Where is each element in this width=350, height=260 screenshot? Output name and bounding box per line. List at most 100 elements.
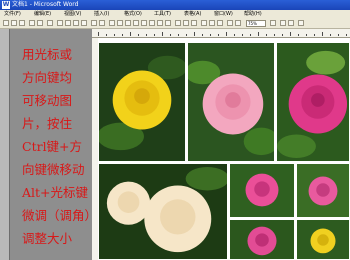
open-folder-icon[interactable] — [11, 20, 17, 26]
ruler-tick — [290, 32, 291, 36]
ruler-tick — [242, 34, 243, 36]
standard-toolbar: 75% — [0, 19, 350, 29]
ruler-tick — [226, 32, 227, 36]
show-hide-icon[interactable] — [165, 20, 171, 26]
photo-small-pink-rose-2[interactable] — [296, 163, 350, 218]
menu-bar: 文件(F) 编辑(E) 视图(V) 插入(I) 格式(O) 工具(T) 表格(A… — [0, 10, 350, 19]
ruler-tick — [138, 34, 139, 36]
spelling-icon[interactable] — [47, 20, 53, 26]
ruler-tick — [346, 34, 347, 36]
ruler-tick — [202, 34, 203, 36]
ruler-tick — [266, 34, 267, 36]
instruction-line: 用光标或 — [22, 47, 73, 62]
window-title: 文档1 - Microsoft Word — [12, 1, 79, 8]
drawing-icon[interactable] — [149, 20, 155, 26]
zoom-select[interactable]: 75% — [246, 20, 266, 27]
menu-item-tools[interactable]: 工具(T) — [154, 10, 171, 19]
ruler-tick — [162, 32, 163, 36]
ruler-tick — [122, 34, 123, 36]
ruler-tick — [114, 34, 115, 36]
ruler-tick — [154, 34, 155, 36]
instruction-line: Ctrl键+方 — [22, 139, 83, 154]
instruction-line: 可移动图 — [22, 93, 73, 108]
ruler-tick — [106, 34, 107, 36]
left-scroll-strip[interactable] — [0, 29, 10, 260]
print-preview-icon[interactable] — [37, 20, 43, 26]
align-right-icon[interactable] — [217, 20, 223, 26]
ruler-tick — [298, 34, 299, 36]
italic-icon[interactable] — [183, 20, 189, 26]
insert-excel-icon[interactable] — [133, 20, 139, 26]
menu-item-help[interactable]: 帮助(H) — [244, 10, 262, 19]
photo-small-pink-rose-3[interactable] — [229, 219, 295, 260]
ruler-tick — [338, 34, 339, 36]
highlight-icon[interactable] — [288, 20, 294, 26]
ruler-tick — [258, 32, 259, 36]
menu-item-insert[interactable]: 插入(I) — [94, 10, 109, 19]
cut-icon[interactable] — [57, 20, 63, 26]
align-center-icon[interactable] — [209, 20, 215, 26]
ruler-tick — [130, 32, 131, 36]
menu-item-view[interactable]: 视图(V) — [64, 10, 81, 19]
ruler-tick — [274, 34, 275, 36]
photo-small-yellow-rose[interactable] — [296, 219, 350, 260]
instruction-line: 微调（调角） — [22, 208, 98, 223]
ruler-tick — [322, 32, 323, 36]
horizontal-ruler[interactable] — [92, 29, 350, 38]
undo-icon[interactable] — [91, 20, 97, 26]
format-painter-icon[interactable] — [81, 20, 87, 26]
ruler-tick — [98, 32, 99, 36]
menu-item-edit[interactable]: 编辑(E) — [34, 10, 51, 19]
ruler-tick — [250, 34, 251, 36]
instruction-line: 调整大小 — [22, 231, 73, 246]
ruler-tick — [218, 34, 219, 36]
menu-item-file[interactable]: 文件(F) — [4, 10, 21, 19]
ruler-tick — [314, 34, 315, 36]
ruler-tick — [170, 34, 171, 36]
word-app-icon[interactable]: W — [2, 1, 10, 9]
menu-item-format[interactable]: 格式(O) — [124, 10, 142, 19]
instruction-line: 方向键均 — [22, 70, 73, 85]
bold-icon[interactable] — [175, 20, 181, 26]
photo-small-pink-rose-1[interactable] — [229, 163, 295, 218]
instruction-line: Alt+光标键 — [22, 185, 89, 200]
photo-light-pink-rose[interactable] — [187, 42, 275, 162]
instruction-line: 向键微移动 — [22, 162, 85, 177]
ruler-tick — [282, 34, 283, 36]
left-margin-area: 用光标或 方向键均 可移动图 片，按住 Ctrl键+方 向键微移动 Alt+光标… — [0, 29, 98, 260]
ruler-tick — [186, 34, 187, 36]
photo-cream-roses[interactable] — [98, 163, 228, 260]
photo-yellow-rose[interactable] — [98, 42, 186, 162]
align-left-icon[interactable] — [201, 20, 207, 26]
bullets-icon[interactable] — [227, 20, 233, 26]
ruler-tick — [330, 34, 331, 36]
help-icon[interactable] — [270, 20, 276, 26]
ruler-tick — [234, 34, 235, 36]
paste-icon[interactable] — [73, 20, 79, 26]
border-icon[interactable] — [298, 20, 304, 26]
insert-table-icon[interactable] — [125, 20, 131, 26]
ruler-tick — [146, 34, 147, 36]
photo-magenta-rose[interactable] — [276, 42, 350, 162]
menu-item-window[interactable]: 窗口(W) — [214, 10, 233, 19]
font-color-icon[interactable] — [280, 20, 286, 26]
redo-icon[interactable] — [99, 20, 105, 26]
save-icon[interactable] — [19, 20, 25, 26]
ruler-tick — [210, 34, 211, 36]
columns-icon[interactable] — [141, 20, 147, 26]
new-document-icon[interactable] — [3, 20, 9, 26]
numbering-icon[interactable] — [235, 20, 241, 26]
print-icon[interactable] — [29, 20, 35, 26]
ruler-tick — [306, 34, 307, 36]
copy-icon[interactable] — [65, 20, 71, 26]
underline-icon[interactable] — [191, 20, 197, 26]
document-map-icon[interactable] — [157, 20, 163, 26]
instruction-line: 片，按住 — [22, 116, 73, 131]
document-page[interactable] — [98, 38, 350, 260]
ruler-tick — [194, 32, 195, 36]
tables-borders-icon[interactable] — [117, 20, 123, 26]
hyperlink-icon[interactable] — [109, 20, 115, 26]
menu-item-table[interactable]: 表格(A) — [184, 10, 201, 19]
ruler-tick — [178, 34, 179, 36]
instruction-text: 用光标或 方向键均 可移动图 片，按住 Ctrl键+方 向键微移动 Alt+光标… — [22, 43, 98, 250]
